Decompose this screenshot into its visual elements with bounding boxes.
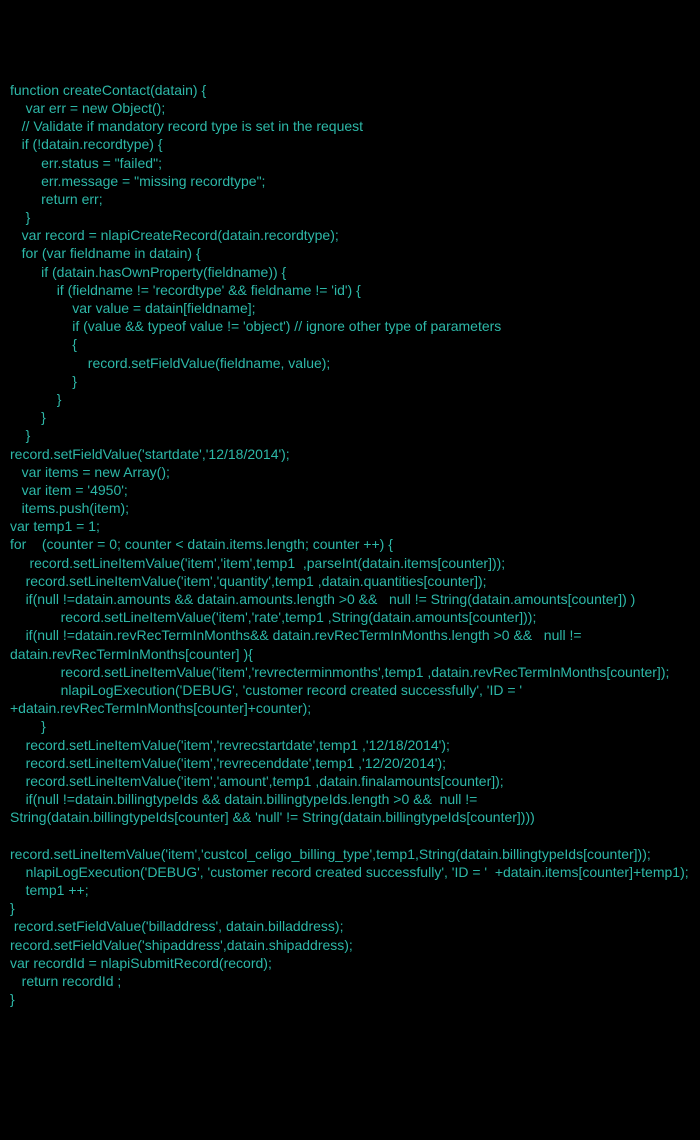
code-line: record.setLineItemValue('item','item',te… <box>10 554 690 572</box>
code-line: for (counter = 0; counter < datain.items… <box>10 535 690 553</box>
code-line: record.setFieldValue(fieldname, value); <box>10 354 690 372</box>
code-line: if (value && typeof value != 'object') /… <box>10 317 690 335</box>
code-line: record.setLineItemValue('item','revrecte… <box>10 663 690 681</box>
code-line: record.setLineItemValue('item','quantity… <box>10 572 690 590</box>
code-line: if(null !=datain.billingtypeIds && datai… <box>10 790 690 826</box>
code-line: nlapiLogExecution('DEBUG', 'customer rec… <box>10 681 690 717</box>
code-line: return recordId ; <box>10 972 690 990</box>
code-line: record.setFieldValue('startdate','12/18/… <box>10 445 690 463</box>
code-line: } <box>10 899 690 917</box>
code-line: var err = new Object(); <box>10 99 690 117</box>
code-line: } <box>10 390 690 408</box>
code-line: var value = datain[fieldname]; <box>10 299 690 317</box>
code-line: var items = new Array(); <box>10 463 690 481</box>
code-line: if (fieldname != 'recordtype' && fieldna… <box>10 281 690 299</box>
code-line: } <box>10 408 690 426</box>
code-line: var recordId = nlapiSubmitRecord(record)… <box>10 954 690 972</box>
code-line: if (datain.hasOwnProperty(fieldname)) { <box>10 263 690 281</box>
code-line: } <box>10 372 690 390</box>
code-line: // Validate if mandatory record type is … <box>10 117 690 135</box>
code-line: nlapiLogExecution('DEBUG', 'customer rec… <box>10 863 690 881</box>
code-line: { <box>10 335 690 353</box>
code-line: record.setLineItemValue('item','revrecen… <box>10 754 690 772</box>
code-line: items.push(item); <box>10 499 690 517</box>
code-line: record.setLineItemValue('item','amount',… <box>10 772 690 790</box>
code-line: } <box>10 208 690 226</box>
code-block: function createContact(datain) { var err… <box>10 81 690 1009</box>
code-line: record.setFieldValue('shipaddress',datai… <box>10 936 690 954</box>
code-line: err.message = "missing recordtype"; <box>10 172 690 190</box>
code-line: record.setLineItemValue('item','rate',te… <box>10 608 690 626</box>
code-line: for (var fieldname in datain) { <box>10 244 690 262</box>
code-line: temp1 ++; <box>10 881 690 899</box>
code-line: if(null !=datain.amounts && datain.amoun… <box>10 590 690 608</box>
code-line: } <box>10 717 690 735</box>
code-line: if (!datain.recordtype) { <box>10 135 690 153</box>
code-line: record.setLineItemValue('item','custcol_… <box>10 826 690 862</box>
code-line: var item = '4950'; <box>10 481 690 499</box>
code-line: var record = nlapiCreateRecord(datain.re… <box>10 226 690 244</box>
code-line: } <box>10 426 690 444</box>
code-line: if(null !=datain.revRecTermInMonths&& da… <box>10 626 690 662</box>
code-line: var temp1 = 1; <box>10 517 690 535</box>
code-line: return err; <box>10 190 690 208</box>
code-line: record.setFieldValue('billaddress', data… <box>10 917 690 935</box>
code-line: function createContact(datain) { <box>10 81 690 99</box>
code-line: err.status = "failed"; <box>10 154 690 172</box>
code-line: record.setLineItemValue('item','revrecst… <box>10 736 690 754</box>
code-line: } <box>10 990 690 1008</box>
